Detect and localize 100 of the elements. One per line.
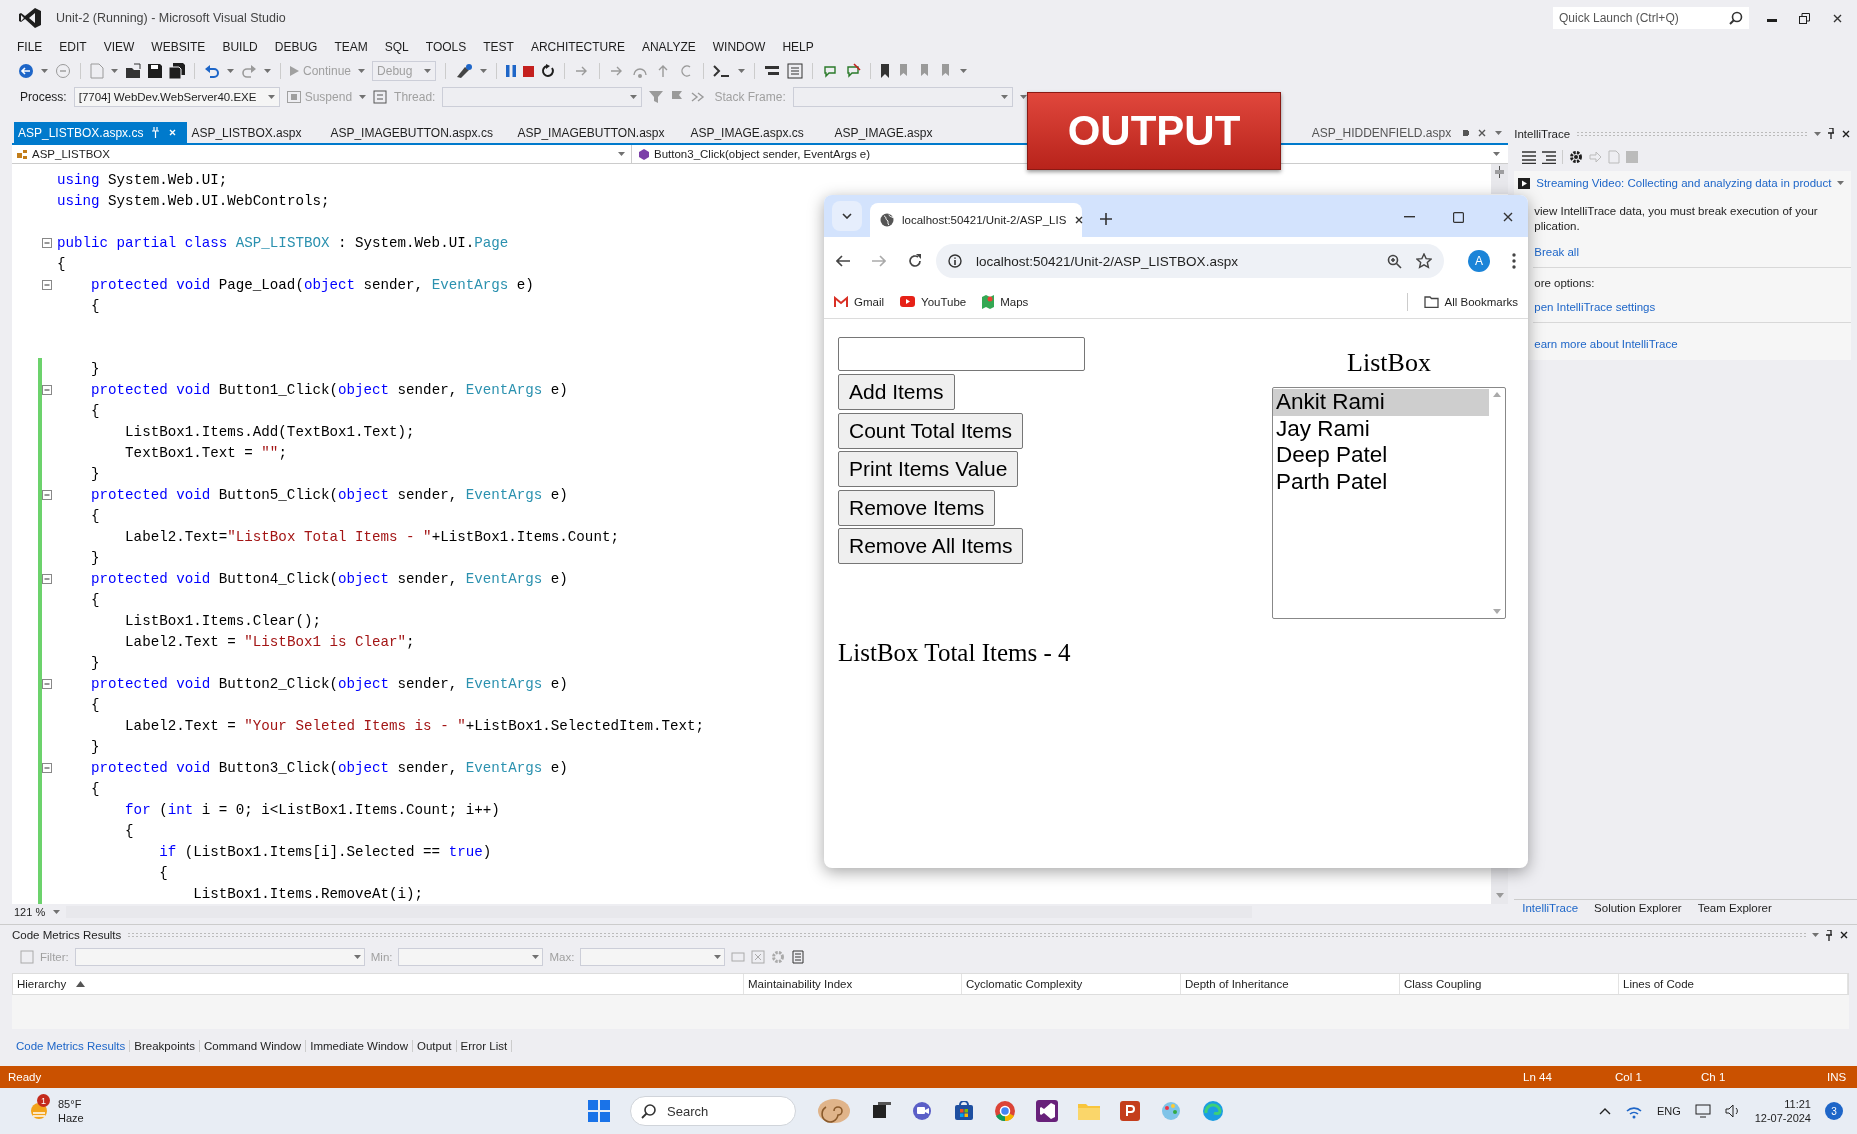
language-indicator[interactable]: ENG xyxy=(1656,1105,1681,1117)
column-header[interactable]: Maintainability Index xyxy=(744,974,962,994)
close-icon[interactable] xyxy=(1074,215,1085,225)
play-icon[interactable] xyxy=(900,296,916,307)
document-tab[interactable]: ASP_IMAGEBUTTON.aspx xyxy=(513,122,687,143)
collapse-icon[interactable] xyxy=(42,678,52,689)
caret-icon[interactable] xyxy=(618,152,625,156)
menu-item[interactable]: VIEW xyxy=(103,40,135,54)
save-all-icon[interactable] xyxy=(169,63,185,79)
column-header[interactable]: Class Coupling xyxy=(1400,974,1619,994)
uncomment-icon[interactable] xyxy=(845,63,862,79)
menu-item[interactable]: WINDOW xyxy=(712,40,766,54)
list-item[interactable]: Ankit Rami xyxy=(1273,389,1489,416)
address-bar[interactable]: localhost:50421/Unit-2/ASP_LISTBOX.aspx xyxy=(936,244,1445,278)
list-item[interactable]: Parth Patel xyxy=(1273,468,1489,495)
split-icon[interactable] xyxy=(1495,166,1505,178)
palette-icon[interactable] xyxy=(1160,1100,1182,1122)
open-list-icon[interactable] xyxy=(791,950,806,964)
quick-launch-field[interactable]: Quick Launch (Ctrl+Q) xyxy=(1553,7,1749,29)
clock[interactable]: 11:21 12-07-2024 xyxy=(1754,1097,1811,1125)
info-icon[interactable] xyxy=(948,254,962,268)
bookmark-icon[interactable] xyxy=(880,64,891,78)
video-icon[interactable] xyxy=(1518,177,1531,189)
text-input[interactable] xyxy=(838,337,1085,371)
document-tab[interactable]: ASP_IMAGEBUTTON.aspx.cs xyxy=(326,122,514,143)
caret-icon[interactable] xyxy=(358,69,366,73)
caret-icon[interactable] xyxy=(53,909,61,914)
caret-icon[interactable] xyxy=(532,955,540,959)
forward-icon[interactable] xyxy=(872,255,886,267)
page-button[interactable]: Add Items xyxy=(838,374,955,410)
back-icon[interactable] xyxy=(18,63,34,79)
page-button[interactable]: Count Total Items xyxy=(838,412,1024,449)
caret-icon[interactable] xyxy=(227,69,234,73)
tab-list-icon[interactable] xyxy=(1495,130,1503,135)
forward-icon[interactable] xyxy=(55,63,71,79)
list-box[interactable]: Ankit Rami Jay Rami Deep Patel Parth Patel xyxy=(1272,387,1506,619)
panel-tab[interactable]: IntelliTrace xyxy=(1514,900,1587,917)
scroll-down-icon[interactable] xyxy=(1495,893,1504,898)
video-camera-icon[interactable] xyxy=(912,1101,934,1121)
menu-item[interactable]: FILE xyxy=(17,40,43,54)
chevron-up-icon[interactable] xyxy=(1598,1107,1611,1115)
shell-icon[interactable] xyxy=(816,1097,852,1125)
document-tab[interactable]: ASP_IMAGE.aspx xyxy=(830,122,961,143)
caret-icon[interactable] xyxy=(1837,181,1845,185)
video-link[interactable]: Streaming Video: Collecting and analyzing data in product xyxy=(1536,177,1832,189)
display-icon[interactable] xyxy=(1694,1104,1711,1118)
collapse-icon[interactable] xyxy=(42,489,52,500)
map-pin-icon[interactable] xyxy=(982,294,995,309)
collapse-icon[interactable] xyxy=(42,384,52,395)
panel-menu-icon[interactable] xyxy=(1812,933,1819,937)
search-icon[interactable] xyxy=(641,1103,657,1119)
redo-icon[interactable] xyxy=(241,63,257,79)
tool-window-tab[interactable]: Output xyxy=(413,1040,457,1052)
caret-icon[interactable] xyxy=(359,95,367,99)
close-icon[interactable] xyxy=(1477,127,1488,138)
mail-icon[interactable] xyxy=(834,296,848,307)
pause-icon[interactable] xyxy=(506,65,517,77)
panel-tab[interactable]: Team Explorer xyxy=(1689,900,1780,917)
slides-icon[interactable] xyxy=(1120,1101,1140,1121)
browser-tab[interactable]: localhost:50421/Unit-2/ASP_LIS xyxy=(870,203,1082,237)
attach-icon[interactable] xyxy=(455,63,474,79)
close-icon[interactable] xyxy=(1832,12,1843,24)
undo-icon[interactable] xyxy=(204,63,220,79)
break-all-link[interactable]: Break all xyxy=(1534,246,1579,258)
collapse-icon[interactable] xyxy=(42,279,52,290)
tool-window-tab[interactable]: Code Metrics Results xyxy=(12,1040,131,1052)
store-bag-icon[interactable] xyxy=(954,1101,974,1121)
windows-logo-icon[interactable] xyxy=(588,1100,610,1122)
infinity-logo-icon[interactable] xyxy=(1036,1100,1058,1122)
save-icon[interactable] xyxy=(148,64,162,78)
wave-logo-icon[interactable] xyxy=(1202,1100,1224,1122)
menu-item[interactable]: TOOLS xyxy=(425,40,467,54)
menu-item[interactable]: HELP xyxy=(782,40,814,54)
tab-list-button[interactable] xyxy=(832,201,862,231)
caret-icon[interactable] xyxy=(738,69,746,73)
search-field[interactable]: Search xyxy=(630,1096,796,1126)
caret-icon[interactable] xyxy=(1019,95,1027,99)
zoom-icon[interactable] xyxy=(1387,253,1403,269)
caret-icon[interactable] xyxy=(424,69,432,73)
back-icon[interactable] xyxy=(836,255,850,267)
menu-item[interactable]: ANALYZE xyxy=(641,40,696,54)
caret-icon[interactable] xyxy=(630,95,638,99)
caret-icon[interactable] xyxy=(1000,95,1008,99)
close-icon[interactable] xyxy=(1502,211,1514,223)
document-tab[interactable]: ASP_LISTBOX.aspx xyxy=(187,122,327,143)
task-view-icon[interactable] xyxy=(872,1102,892,1120)
document-tab[interactable]: ASP_IMAGE.aspx.cs xyxy=(686,122,831,143)
panel-tab[interactable]: Solution Explorer xyxy=(1586,900,1690,917)
settings-link[interactable]: pen IntelliTrace settings xyxy=(1534,301,1656,313)
caret-icon[interactable] xyxy=(111,69,118,73)
profile-avatar[interactable]: A xyxy=(1468,250,1490,272)
bookmark[interactable]: YouTube xyxy=(900,295,967,308)
caret-icon[interactable] xyxy=(480,69,488,73)
type-dropdown[interactable]: ASP_LISTBOX xyxy=(12,144,632,164)
tool-window-tab[interactable]: Command Window xyxy=(200,1040,307,1052)
process-dropdown[interactable]: [7704] WebDev.WebServer40.EXE xyxy=(73,87,280,107)
menu-item[interactable]: ARCHITECTURE xyxy=(530,40,625,54)
comment-icon[interactable] xyxy=(822,63,839,79)
bookmark[interactable]: Maps xyxy=(982,294,1029,309)
caret-icon[interactable] xyxy=(41,69,48,73)
